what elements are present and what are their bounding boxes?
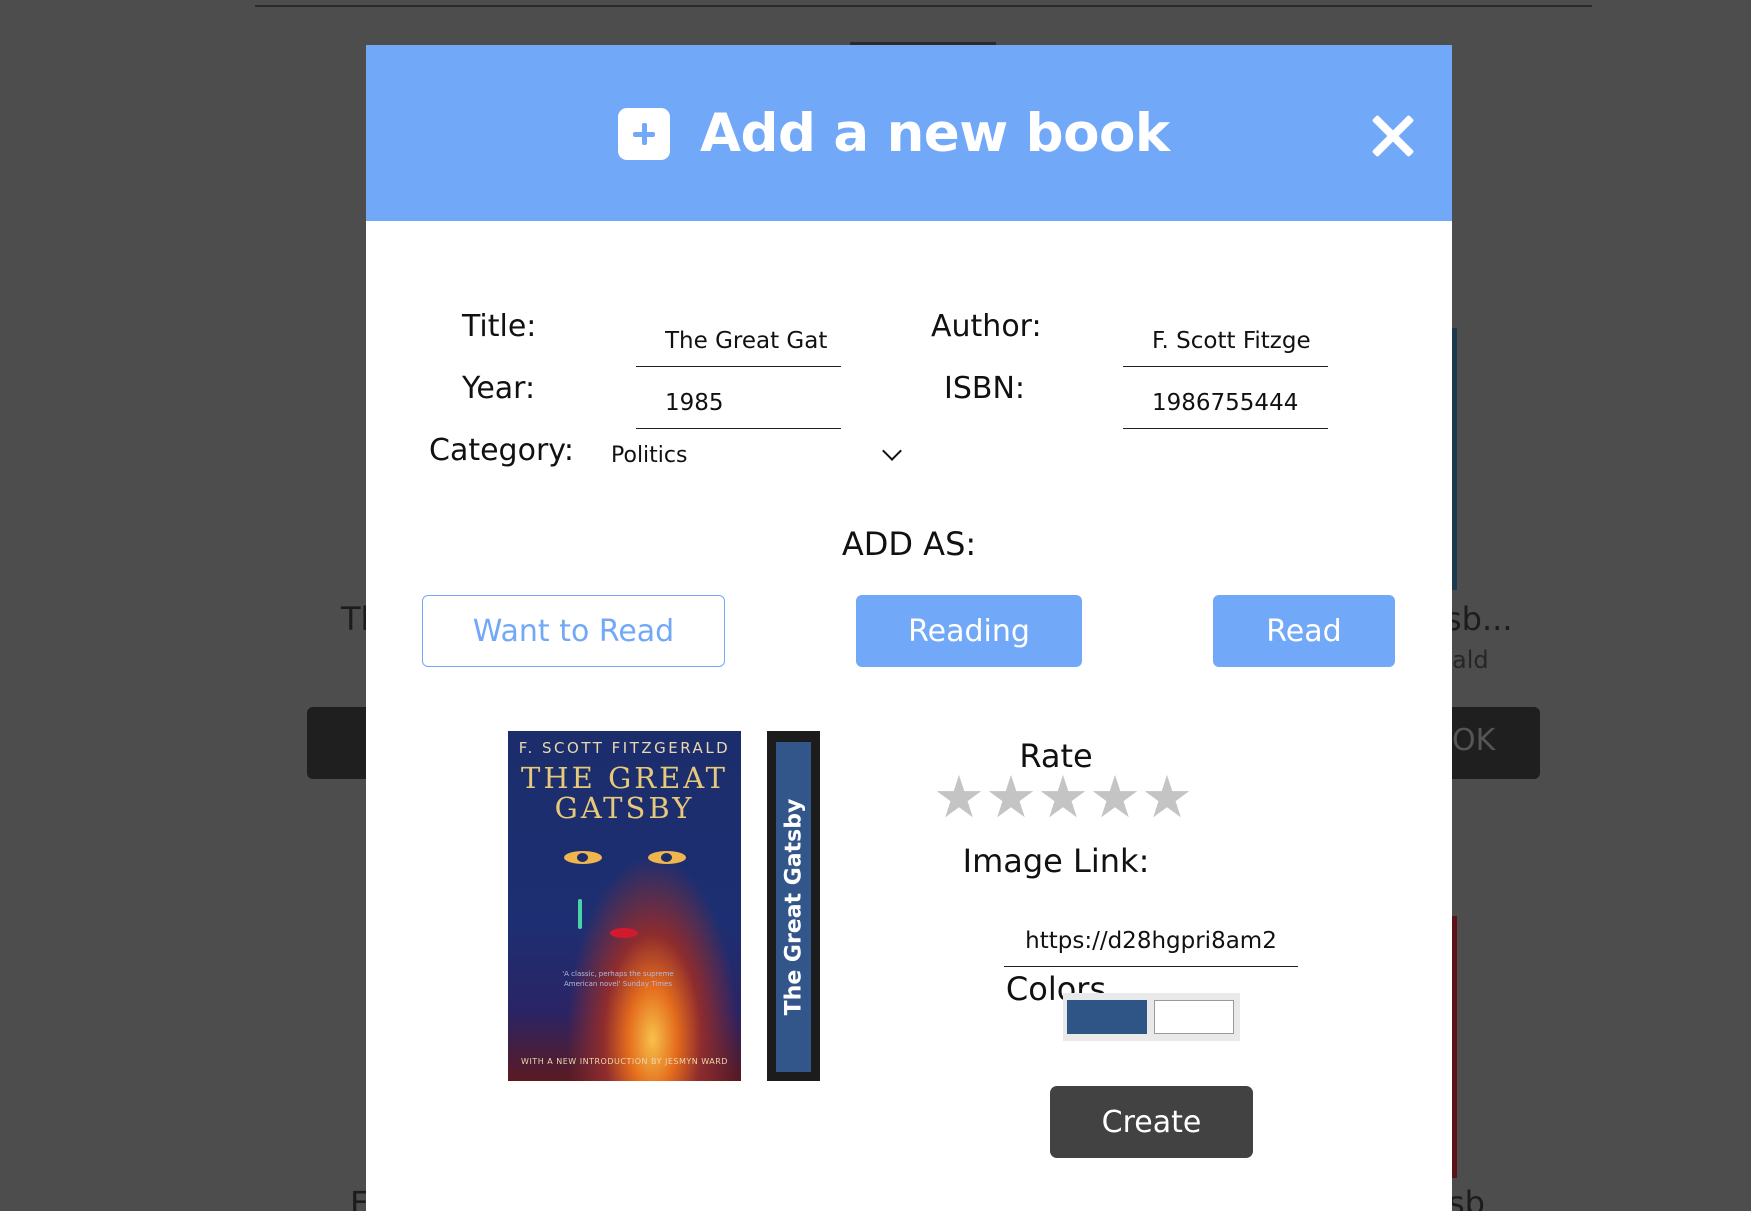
title-field[interactable]	[636, 305, 841, 367]
author-label: Author:	[931, 309, 1042, 344]
star-icon[interactable]: ★	[1089, 767, 1141, 827]
star-icon[interactable]: ★	[1141, 767, 1193, 827]
star-icon[interactable]: ★	[933, 767, 985, 827]
add-as-label: ADD AS:	[841, 525, 977, 563]
spine-title: The Great Gatsby	[781, 798, 807, 1016]
cover-quote: 'A classic, perhaps the supreme American…	[562, 970, 674, 988]
image-link-input[interactable]	[1004, 905, 1298, 966]
year-input[interactable]	[636, 367, 841, 428]
modal-title: Add a new book	[700, 103, 1170, 164]
background-divider	[255, 5, 1592, 7]
color-picker	[1063, 993, 1240, 1041]
category-selected-value: Politics	[611, 443, 688, 468]
cover-lips	[610, 928, 638, 938]
read-button[interactable]: Read	[1213, 595, 1395, 667]
star-rating[interactable]: ★★★★★	[933, 767, 1193, 827]
title-input[interactable]	[636, 305, 841, 366]
category-select[interactable]: Politics	[599, 433, 903, 481]
cover-eye-right	[648, 851, 686, 864]
text-color-swatch[interactable]	[1154, 1000, 1234, 1034]
want-to-read-button[interactable]: Want to Read	[422, 595, 725, 667]
author-field[interactable]	[1123, 305, 1328, 367]
create-button[interactable]: Create	[1050, 1086, 1253, 1158]
cover-title: THE GREAT GATSBY	[521, 761, 728, 825]
close-icon[interactable]	[1370, 113, 1416, 159]
book-cover-preview: F. SCOTT FITZGERALD THE GREAT GATSBY 'A …	[508, 731, 741, 1081]
modal-header: Add a new book	[366, 45, 1452, 221]
cover-tear	[578, 899, 582, 929]
isbn-label: ISBN:	[944, 371, 1026, 406]
title-label: Title:	[462, 309, 537, 344]
author-input[interactable]	[1123, 305, 1328, 366]
cover-author: F. SCOTT FITZGERALD	[518, 739, 731, 757]
star-icon[interactable]: ★	[985, 767, 1037, 827]
background-book-author-right: ald	[1452, 646, 1489, 674]
book-spine-preview: The Great Gatsby	[767, 731, 820, 1081]
year-field[interactable]	[636, 367, 841, 429]
star-icon[interactable]: ★	[1037, 767, 1089, 827]
plus-square-icon	[618, 108, 670, 160]
cover-intro: WITH A NEW INTRODUCTION BY JESMYN WARD	[521, 1057, 728, 1066]
background-book-title-bottom-right: sb	[1448, 1184, 1485, 1211]
background-button-right: OK	[1440, 707, 1540, 779]
image-link-label: Image Link:	[962, 842, 1150, 880]
background-book-title-right: sb...	[1445, 600, 1513, 638]
category-label: Category:	[429, 433, 574, 468]
spine-color-swatch[interactable]	[1067, 1000, 1147, 1034]
year-label: Year:	[462, 371, 536, 406]
reading-button[interactable]: Reading	[856, 595, 1082, 667]
image-link-field[interactable]	[1004, 905, 1298, 967]
isbn-field[interactable]	[1123, 367, 1328, 429]
cover-eye-left	[564, 851, 602, 864]
add-book-modal: Add a new book Title: Author: Year: ISBN…	[366, 45, 1452, 1211]
isbn-input[interactable]	[1123, 367, 1328, 428]
